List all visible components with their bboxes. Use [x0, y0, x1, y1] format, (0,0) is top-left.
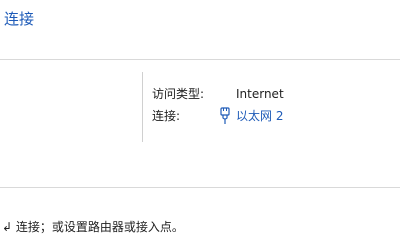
- top-divider: [0, 59, 400, 60]
- section-title: 连接: [4, 10, 35, 28]
- ethernet-connection-link[interactable]: 以太网 2: [218, 107, 283, 125]
- connection-value: 以太网 2: [236, 109, 284, 123]
- setup-hint-text: ↲ 连接；或设置路由器或接入点。: [2, 220, 184, 234]
- connection-label: 连接:: [152, 109, 181, 123]
- access-type-label: 访问类型:: [152, 87, 205, 101]
- access-type-value: Internet: [236, 87, 284, 101]
- network-connection-panel: 连接 访问类型: Internet 连接: 以太网 2 ↲ 连接；或设置路由器或…: [0, 0, 400, 240]
- ethernet-plug-icon: [218, 107, 232, 125]
- bottom-divider: [0, 187, 400, 188]
- vertical-divider: [142, 72, 143, 142]
